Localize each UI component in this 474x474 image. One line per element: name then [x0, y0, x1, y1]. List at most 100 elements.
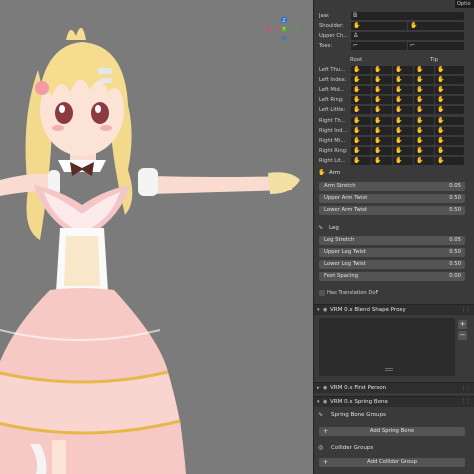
right-finger-bone-field[interactable]: ✋: [351, 127, 371, 135]
hand-icon: ✋: [353, 96, 361, 103]
left-finger-bone-field[interactable]: ✋: [393, 106, 413, 114]
add-collider-group-button[interactable]: + Add Collider Group: [319, 458, 465, 467]
left-finger-bone-field[interactable]: ✋: [414, 66, 434, 74]
left-finger-bone-field[interactable]: ✋: [372, 106, 392, 114]
hand-icon: ✋: [374, 106, 382, 113]
left-finger-bone-field[interactable]: ✋: [435, 86, 464, 94]
left-finger-bone-field[interactable]: ✋: [351, 86, 371, 94]
first-person-header[interactable]: ▸ ◉ VRM 0.x First Person ⋮⋮: [314, 382, 474, 393]
right-finger-bone-field[interactable]: ✋: [393, 147, 413, 155]
right-finger-bone-field[interactable]: ✋: [435, 137, 464, 145]
left-finger-bone-field[interactable]: ✋: [372, 86, 392, 94]
hand-icon: ✋: [395, 76, 403, 83]
right-finger-bone-field[interactable]: ✋: [414, 137, 434, 145]
left-finger-bone-field[interactable]: ✋: [414, 106, 434, 114]
leg-stretch-slider[interactable]: Leg Stretch 0.05: [319, 236, 465, 245]
spring-bone-header[interactable]: ▾ ◉ VRM 0.x Spring Bone ⋮⋮: [314, 396, 474, 407]
toes-label: Toes:: [319, 43, 333, 49]
right-finger-bone-field[interactable]: ✋: [351, 157, 371, 165]
right-finger-bone-field[interactable]: ✋: [414, 147, 434, 155]
arm-stretch-slider[interactable]: Arm Stretch 0.05: [319, 182, 465, 191]
options-tab[interactable]: Optio: [455, 0, 474, 8]
left-finger-bone-field[interactable]: ✋: [393, 96, 413, 104]
upper-arm-twist-slider[interactable]: Upper Arm Twist 0.50: [319, 194, 465, 203]
translation-dof-checkbox[interactable]: [319, 290, 325, 296]
toes-left-field[interactable]: ⌐: [351, 42, 407, 50]
left-finger-bone-field[interactable]: ✋: [351, 96, 371, 104]
right-finger-bone-field[interactable]: ✋: [393, 127, 413, 135]
hand-icon: ✋: [395, 66, 403, 73]
toes-right-field[interactable]: ⌐: [408, 42, 464, 50]
left-finger-bone-field[interactable]: ✋: [414, 86, 434, 94]
right-finger-bone-field[interactable]: ✋: [372, 117, 392, 125]
right-finger-bone-field[interactable]: ✋: [372, 127, 392, 135]
shoulder-label: Shoulder:: [319, 23, 344, 29]
right-finger-bone-field[interactable]: ✋: [351, 137, 371, 145]
feet-spacing-slider[interactable]: Feet Spacing 0.00: [319, 272, 465, 281]
eye-icon: ◉: [323, 385, 328, 391]
hand-icon: ✋: [437, 157, 445, 164]
right-finger-bone-field[interactable]: ✋: [414, 117, 434, 125]
right-finger-bone-field[interactable]: ✋: [414, 157, 434, 165]
right-finger-bone-field[interactable]: ✋: [414, 127, 434, 135]
upper-leg-twist-slider[interactable]: Upper Leg Twist 0.50: [319, 248, 465, 257]
hand-icon: ✋: [353, 157, 361, 164]
3d-viewport[interactable]: Z Y: [0, 0, 313, 474]
hand-icon: ✋: [416, 76, 424, 83]
left-finger-bone-field[interactable]: ✋: [351, 76, 371, 84]
right-finger-label: Right Lit...: [319, 158, 346, 164]
plus-icon: +: [323, 428, 329, 435]
right-finger-bone-field[interactable]: ✋: [435, 157, 464, 165]
hand-icon: ✋: [374, 137, 382, 144]
hand-icon: ✋: [374, 86, 382, 93]
lower-leg-twist-slider[interactable]: Lower Leg Twist 0.50: [319, 260, 465, 269]
navigation-gizmo[interactable]: Z Y: [262, 14, 302, 44]
left-finger-bone-field[interactable]: ✋: [414, 96, 434, 104]
left-finger-bone-field[interactable]: ✋: [435, 106, 464, 114]
left-finger-bone-field[interactable]: ✋: [414, 76, 434, 84]
hand-icon: ✋: [395, 147, 403, 154]
lower-arm-twist-slider[interactable]: Lower Arm Twist 0.50: [319, 206, 465, 215]
upper-chest-bone-field[interactable]: ♙: [351, 32, 464, 40]
left-finger-bone-field[interactable]: ✋: [393, 76, 413, 84]
remove-blend-shape-button[interactable]: −: [458, 331, 467, 340]
right-finger-bone-field[interactable]: ✋: [435, 127, 464, 135]
right-finger-bone-field[interactable]: ✋: [351, 117, 371, 125]
jaw-label: Jaw:: [319, 13, 330, 19]
right-finger-bone-field[interactable]: ✋: [435, 147, 464, 155]
right-finger-bone-field[interactable]: ✋: [351, 147, 371, 155]
shoulder-right-field[interactable]: ✋: [408, 22, 464, 30]
add-blend-shape-button[interactable]: +: [458, 320, 467, 329]
right-finger-bone-field[interactable]: ✋: [435, 117, 464, 125]
blend-shape-proxy-header[interactable]: ▾ ◉ VRM 0.x Blend Shape Proxy ⋮⋮: [314, 304, 474, 315]
left-finger-bone-field[interactable]: ✋: [435, 96, 464, 104]
left-finger-label: Left Ring:: [319, 97, 344, 103]
shoulder-left-field[interactable]: ✋: [351, 22, 407, 30]
hand-icon: ✋: [416, 66, 424, 73]
left-finger-bone-field[interactable]: ✋: [393, 86, 413, 94]
right-finger-bone-field[interactable]: ✋: [372, 147, 392, 155]
right-finger-bone-field[interactable]: ✋: [372, 157, 392, 165]
jaw-bone-field[interactable]: 𝔹: [351, 12, 464, 20]
left-finger-bone-field[interactable]: ✋: [435, 66, 464, 74]
hand-icon: ✋: [374, 127, 382, 134]
add-spring-bone-button[interactable]: + Add Spring Bone: [319, 427, 465, 436]
hand-icon: ✋: [395, 106, 403, 113]
left-finger-bone-field[interactable]: ✋: [372, 96, 392, 104]
drag-handle-icon[interactable]: ⋮⋮: [461, 383, 471, 394]
left-finger-bone-field[interactable]: ✋: [351, 106, 371, 114]
right-finger-bone-field[interactable]: ✋: [372, 137, 392, 145]
right-finger-bone-field[interactable]: ✋: [393, 157, 413, 165]
list-resize-handle[interactable]: [385, 368, 393, 371]
collider-icon: ◎: [318, 444, 324, 451]
left-finger-bone-field[interactable]: ✋: [372, 66, 392, 74]
left-finger-bone-field[interactable]: ✋: [351, 66, 371, 74]
drag-handle-icon[interactable]: ⋮⋮: [461, 305, 471, 316]
left-finger-bone-field[interactable]: ✋: [435, 76, 464, 84]
drag-handle-icon[interactable]: ⋮⋮: [461, 397, 471, 408]
left-finger-bone-field[interactable]: ✋: [372, 76, 392, 84]
left-finger-bone-field[interactable]: ✋: [393, 66, 413, 74]
right-finger-bone-field[interactable]: ✋: [393, 137, 413, 145]
hand-icon: ✋: [353, 76, 361, 83]
right-finger-bone-field[interactable]: ✋: [393, 117, 413, 125]
